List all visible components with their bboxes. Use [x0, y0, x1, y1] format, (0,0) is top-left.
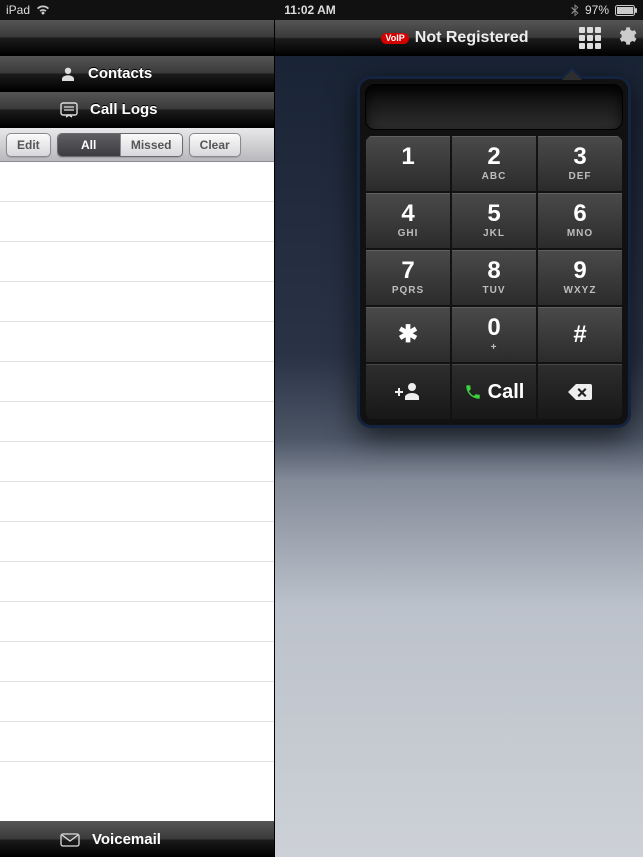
tab-voicemail-label: Voicemail [92, 831, 161, 848]
list-item [0, 442, 274, 482]
sidebar: Contacts Call Logs Edit All Missed Clear [0, 20, 275, 857]
list-item [0, 682, 274, 722]
call-log-icon [60, 102, 78, 118]
call-log-list[interactable] [0, 162, 274, 821]
settings-icon[interactable] [615, 25, 637, 52]
main-header: VoIP Not Registered [275, 20, 643, 56]
list-item [0, 602, 274, 642]
clock: 11:02 AM [50, 3, 570, 17]
tab-contacts[interactable]: Contacts [0, 56, 274, 92]
filter-toolbar: Edit All Missed Clear [0, 128, 274, 162]
list-item [0, 282, 274, 322]
key-0[interactable]: 0+ [451, 306, 537, 363]
dialpad-popover: 1 2ABC 3DEF 4GHI 5JKL 6MNO 7PQRS 8TUV 9W… [357, 76, 631, 428]
list-item [0, 162, 274, 202]
registration-status: Not Registered [415, 29, 529, 47]
main-panel: VoIP Not Registered [275, 20, 643, 857]
list-item [0, 402, 274, 442]
device-label: iPad [6, 3, 30, 17]
bluetooth-icon [570, 4, 579, 17]
voicemail-icon [60, 833, 80, 847]
backspace-icon [566, 382, 594, 402]
key-9[interactable]: 9WXYZ [537, 249, 623, 306]
dialpad-grid: 1 2ABC 3DEF 4GHI 5JKL 6MNO 7PQRS 8TUV 9W… [365, 135, 623, 420]
dialpad-toggle-icon[interactable] [579, 27, 601, 49]
list-item [0, 522, 274, 562]
status-bar: iPad 11:02 AM 97% [0, 0, 643, 20]
tab-call-logs[interactable]: Call Logs [0, 92, 274, 128]
dialpad-display [365, 84, 623, 130]
backspace-button[interactable] [537, 363, 623, 420]
list-item [0, 642, 274, 682]
filter-all[interactable]: All [58, 134, 120, 156]
list-item [0, 322, 274, 362]
tab-voicemail[interactable]: Voicemail [0, 821, 274, 857]
filter-segment: All Missed [57, 133, 183, 157]
key-3[interactable]: 3DEF [537, 135, 623, 192]
filter-missed[interactable]: Missed [120, 134, 182, 156]
clear-button[interactable]: Clear [189, 133, 241, 157]
phone-icon [464, 383, 482, 401]
add-contact-button[interactable] [365, 363, 451, 420]
battery-percentage: 97% [585, 3, 609, 17]
key-1[interactable]: 1 [365, 135, 451, 192]
list-item [0, 482, 274, 522]
voip-badge: VoIP [381, 33, 408, 44]
battery-icon [615, 5, 637, 16]
key-6[interactable]: 6MNO [537, 192, 623, 249]
key-2[interactable]: 2ABC [451, 135, 537, 192]
wifi-icon [36, 4, 50, 16]
sidebar-header-spacer [0, 20, 274, 56]
key-5[interactable]: 5JKL [451, 192, 537, 249]
tab-contacts-label: Contacts [88, 65, 152, 82]
key-star[interactable]: ✱ [365, 306, 451, 363]
list-item [0, 722, 274, 762]
list-item [0, 362, 274, 402]
list-item [0, 562, 274, 602]
call-label: Call [488, 382, 525, 402]
list-item [0, 202, 274, 242]
call-button[interactable]: Call [451, 363, 537, 420]
list-item [0, 242, 274, 282]
add-person-icon [395, 382, 421, 402]
tab-call-logs-label: Call Logs [90, 101, 158, 118]
key-8[interactable]: 8TUV [451, 249, 537, 306]
edit-button[interactable]: Edit [6, 133, 51, 157]
key-7[interactable]: 7PQRS [365, 249, 451, 306]
person-icon [60, 66, 76, 82]
key-hash[interactable]: # [537, 306, 623, 363]
key-4[interactable]: 4GHI [365, 192, 451, 249]
